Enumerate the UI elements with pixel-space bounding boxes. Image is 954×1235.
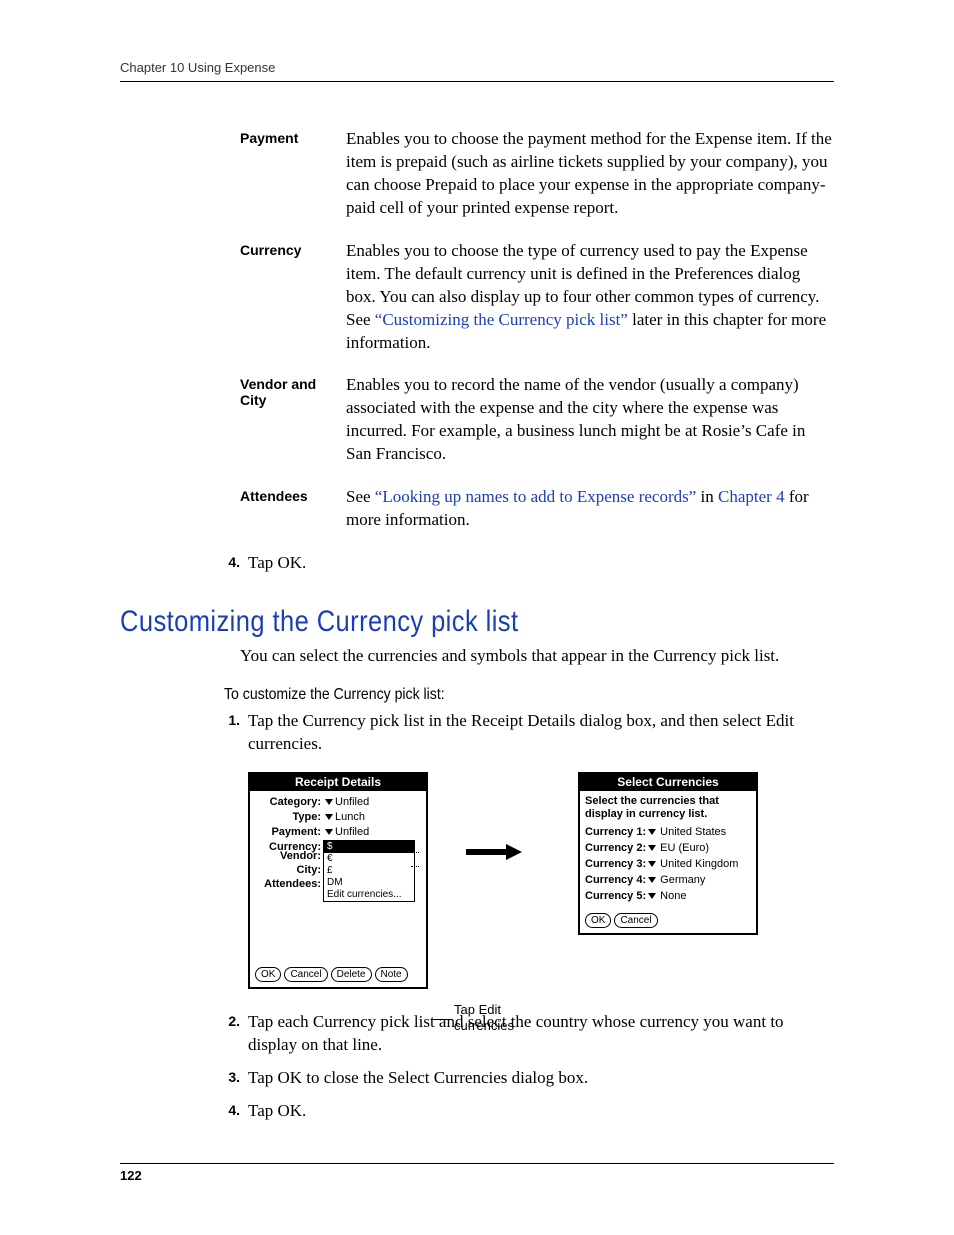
definition-list: Payment Enables you to choose the paymen…	[240, 128, 834, 532]
dropdown-icon[interactable]	[325, 799, 333, 805]
running-head: Chapter 10 Using Expense	[120, 60, 834, 82]
currency-dropdown[interactable]: $ € £ DM Edit currencies...	[323, 840, 415, 902]
page-number: 122	[120, 1163, 834, 1183]
def-term: Payment	[240, 128, 346, 146]
value-payment[interactable]: Unfiled	[335, 825, 369, 839]
step-number: 2.	[216, 1011, 248, 1029]
step-number: 3.	[216, 1067, 248, 1085]
dropdown-option[interactable]: £	[324, 865, 414, 877]
callout-text: Tap Edit currencies	[454, 1002, 542, 1035]
cancel-button[interactable]: Cancel	[614, 913, 657, 928]
cancel-button[interactable]: Cancel	[284, 967, 327, 982]
def-payment: Payment Enables you to choose the paymen…	[240, 128, 834, 220]
label-type: Type:	[255, 810, 323, 824]
ok-button[interactable]: OK	[585, 913, 611, 928]
dropdown-icon[interactable]	[648, 893, 656, 899]
arrow-icon	[466, 844, 522, 860]
def-term: Vendor and City	[240, 374, 346, 408]
label-payment: Payment:	[255, 825, 323, 839]
step-3: 3. Tap OK to close the Select Currencies…	[216, 1067, 834, 1090]
dropdown-option-edit[interactable]: Edit currencies...	[324, 889, 414, 901]
figure-currency-picklist: Receipt Details Category: Unfiled Type: …	[248, 772, 834, 989]
def-body: See “Looking up names to add to Expense …	[346, 486, 834, 532]
step-text: Tap OK.	[248, 1100, 834, 1123]
step-text: Tap OK.	[248, 552, 834, 575]
step-number: 4.	[216, 1100, 248, 1118]
delete-button[interactable]: Delete	[331, 967, 372, 982]
def-vendor-city: Vendor and City Enables you to record th…	[240, 374, 834, 466]
label-currency-2: Currency 2:	[585, 841, 646, 855]
def-body: Enables you to record the name of the ve…	[346, 374, 834, 466]
note-button[interactable]: Note	[375, 967, 408, 982]
text: in	[696, 487, 718, 506]
dropdown-icon[interactable]	[648, 829, 656, 835]
value-currency-3[interactable]: United Kingdom	[660, 857, 738, 871]
step-list-lower: 1. Tap the Currency pick list in the Rec…	[216, 710, 834, 756]
dropdown-icon[interactable]	[325, 829, 333, 835]
dropdown-option[interactable]: DM	[324, 877, 414, 889]
step-number: 1.	[216, 710, 248, 728]
step-1: 1. Tap the Currency pick list in the Rec…	[216, 710, 834, 756]
dropdown-option[interactable]: €	[324, 853, 414, 865]
step-list-upper: 4. Tap OK.	[216, 552, 834, 575]
value-currency-2[interactable]: EU (Euro)	[660, 841, 709, 855]
text: See	[346, 487, 375, 506]
label-currency-5: Currency 5:	[585, 889, 646, 903]
step-4-upper: 4. Tap OK.	[216, 552, 834, 575]
label-currency-3: Currency 3:	[585, 857, 646, 871]
dropdown-icon[interactable]	[648, 861, 656, 867]
value-currency-1[interactable]: United States	[660, 825, 726, 839]
dropdown-icon[interactable]	[325, 814, 333, 820]
def-attendees: Attendees See “Looking up names to add t…	[240, 486, 834, 532]
dropdown-icon[interactable]	[648, 877, 656, 883]
value-currency-4[interactable]: Germany	[660, 873, 705, 887]
link-customizing-currency[interactable]: “Customizing the Currency pick list”	[375, 310, 628, 329]
link-looking-up-names[interactable]: “Looking up names to add to Expense reco…	[375, 487, 697, 506]
label-attendees: Attendees:	[255, 878, 321, 890]
callout-tap-edit: Tap Edit currencies	[432, 1002, 542, 1035]
dropdown-icon[interactable]	[648, 845, 656, 851]
def-body: Enables you to choose the type of curren…	[346, 240, 834, 355]
def-term: Attendees	[240, 486, 346, 504]
label-city: City:	[255, 864, 321, 876]
label-category: Category:	[255, 795, 323, 809]
procedure-heading: To customize the Currency pick list:	[224, 686, 761, 704]
callout-line	[432, 1019, 450, 1020]
dialog-receipt-details: Receipt Details Category: Unfiled Type: …	[248, 772, 428, 989]
dropdown-option[interactable]: $	[324, 841, 414, 853]
dialog-title: Select Currencies	[580, 774, 756, 791]
link-chapter-4[interactable]: Chapter 4	[718, 487, 785, 506]
section-intro: You can select the currencies and symbol…	[240, 645, 834, 668]
step-text: Tap the Currency pick list in the Receip…	[248, 710, 834, 756]
label-currency-4: Currency 4:	[585, 873, 646, 887]
step-4: 4. Tap OK.	[216, 1100, 834, 1123]
section-title: Customizing the Currency pick list	[120, 605, 727, 639]
def-body: Enables you to choose the payment method…	[346, 128, 834, 220]
step-text: Tap OK to close the Select Currencies di…	[248, 1067, 834, 1090]
step-number: 4.	[216, 552, 248, 570]
dialog-select-currencies: Select Currencies Select the currencies …	[578, 772, 758, 935]
dialog-title: Receipt Details	[250, 774, 426, 791]
value-type[interactable]: Lunch	[335, 810, 365, 824]
def-currency: Currency Enables you to choose the type …	[240, 240, 834, 355]
vendor-field[interactable]	[411, 852, 419, 853]
value-currency-5[interactable]: None	[660, 889, 686, 903]
def-term: Currency	[240, 240, 346, 258]
label-vendor: Vendor:	[255, 850, 321, 862]
value-category[interactable]: Unfiled	[335, 795, 369, 809]
city-field[interactable]	[411, 866, 419, 867]
label-currency-1: Currency 1:	[585, 825, 646, 839]
instruction-text: Select the currencies that display in cu…	[585, 795, 751, 821]
ok-button[interactable]: OK	[255, 967, 281, 982]
